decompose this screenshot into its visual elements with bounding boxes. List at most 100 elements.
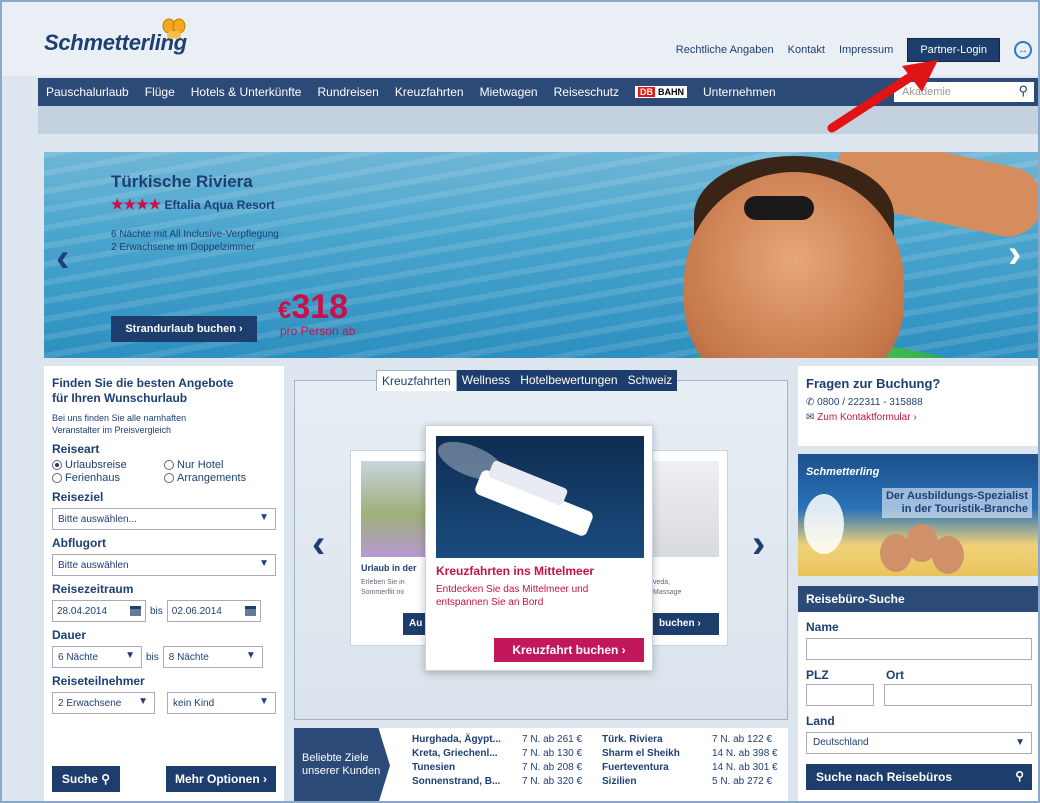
destination-link[interactable]: Kreta, Griechenl... [412,748,522,759]
contact-link[interactable]: Kontakt [788,44,825,56]
ort-input[interactable] [884,684,1032,706]
dauer-to-select[interactable]: 8 Nächte ▼ [162,646,263,668]
db-bahn-logo[interactable]: DB BAHN [634,86,687,98]
reiseart-radios: Urlaubsreise Nur Hotel Ferienhaus Arrang… [52,459,276,484]
abflugort-select[interactable]: Bitte auswählen ▼ [52,554,276,576]
kids-value: kein Kind [173,697,215,709]
dauer-to-value: 8 Nächte [168,651,209,663]
hero-banner[interactable]: Türkische Riviera ★★★★ Eftalia Aqua Reso… [44,152,1040,358]
hero-next-arrow[interactable]: › [1008,232,1021,277]
plz-input[interactable] [806,684,874,706]
destination-price: 7 N. ab 122 € [712,734,773,745]
tab-kreuzfahrten[interactable]: Kreuzfahrten [376,370,457,391]
db-label: DB [637,87,655,97]
kids-select[interactable]: kein Kind ▼ [167,692,276,714]
reiseart-label: Reiseart [52,442,100,456]
date-to-value: 02.06.2014 [171,605,222,617]
star-rating-icon: ★★★★ [111,196,162,212]
sunglasses-image [744,196,814,220]
radio-arrangements[interactable]: Arrangements [164,472,276,484]
radio-label: Nur Hotel [177,459,224,471]
destination-link[interactable]: Sonnenstrand, B... [412,776,522,787]
help-title: Fragen zur Buchung? [806,376,941,391]
destination-price: 7 N. ab 261 € [522,734,583,745]
calendar-icon[interactable] [130,606,141,616]
land-select[interactable]: Deutschland ▼ [806,732,1032,754]
destination-price: 14 N. ab 398 € [712,748,778,759]
hero-price: €318 [278,288,348,327]
card-right-button[interactable]: buchen › [653,613,719,635]
help-phone-number: 0800 / 222311 - 315888 [817,397,923,408]
destination-price: 5 N. ab 272 € [712,776,773,787]
destination-link[interactable]: Hurghada, Ägypt... [412,734,522,745]
nav-item-rundreisen[interactable]: Rundreisen [309,85,386,99]
date-to-input[interactable]: 02.06.2014 [166,600,261,622]
cruise-ship-image [436,436,644,558]
destination-link[interactable]: Sizilien [602,776,712,787]
carousel-next-arrow[interactable]: › [752,522,765,567]
adults-select[interactable]: 2 Erwachsene ▼ [52,692,156,714]
carousel-card-featured[interactable]: Kreuzfahrten ins Mittelmeer Entdecken Si… [425,425,653,671]
radio-urlaubsreise[interactable]: Urlaubsreise [52,459,164,471]
nav-item-fluege[interactable]: Flüge [137,85,183,99]
nav-item-unternehmen[interactable]: Unternehmen [695,85,784,99]
teilnehmer-row: 2 Erwachsene ▼ kein Kind ▼ [52,692,276,714]
per-person-label: pro Person ab [280,324,356,338]
imprint-link[interactable]: Impressum [839,44,893,56]
tab-wellness[interactable]: Wellness [456,370,516,391]
name-input[interactable] [806,638,1032,660]
legal-link[interactable]: Rechtliche Angaben [676,44,774,56]
reiseziel-value: Bitte auswählen... [58,513,137,525]
nav-item-hotels[interactable]: Hotels & Unterkünfte [183,85,310,99]
tab-hotelbewertungen[interactable]: Hotelbewertungen [515,370,623,391]
travel-agency-search: Reisebüro-Suche Name PLZ Ort Land Deutsc… [798,586,1040,803]
date-from-input[interactable]: 28.04.2014 [52,600,146,622]
hero-prev-arrow[interactable]: ‹ [56,236,69,281]
contact-form-link[interactable]: ✉ Zum Kontaktformular › [806,412,1032,423]
radio-icon [164,460,174,470]
nav-item-pauschalurlaub[interactable]: Pauschalurlaub [38,85,137,99]
agency-search-button[interactable]: Suche nach Reisebüros ⚲ [806,764,1032,790]
booking-help-box: Fragen zur Buchung? ✆ 0800 / 222311 - 31… [798,366,1040,446]
chevron-down-icon: ▼ [245,650,256,661]
hero-hotel-name: Eftalia Aqua Resort [164,198,275,212]
tab-schweiz[interactable]: Schweiz [622,370,678,391]
training-promo-banner[interactable]: Schmetterling Der Ausbildungs-Spezialist… [798,454,1040,576]
reiseziel-label: Reiseziel [52,490,104,504]
carousel-card-left[interactable]: Urlaub in der Erleben Sie in Sommerflit … [350,450,431,646]
reiseziel-select[interactable]: Bitte auswählen... ▼ [52,508,276,530]
chevron-down-icon: ▼ [259,558,269,569]
abflugort-value: Bitte auswählen [58,559,129,571]
more-options-button[interactable]: Mehr Optionen › [166,766,276,792]
destination-link[interactable]: Fuerteventura [602,762,712,773]
radio-ferienhaus[interactable]: Ferienhaus [52,472,164,484]
search-icon[interactable]: ⚲ [1018,83,1028,99]
destination-link[interactable]: Sharm el Sheikh [602,748,712,759]
card-featured-desc: Entdecken Sie das Mittelmeer und entspan… [436,584,589,608]
search-button-label: Suche [61,772,98,786]
chevron-down-icon: ▼ [138,696,149,707]
cruise-book-button[interactable]: Kreuzfahrt buchen › [494,638,644,662]
nav-item-reiseschutz[interactable]: Reiseschutz [546,85,627,99]
calendar-icon[interactable] [244,606,256,616]
destination-link[interactable]: Tunesien [412,762,522,773]
logo[interactable]: Schmetterling [44,18,187,56]
search-button[interactable]: Suche ⚲ [52,766,120,792]
destination-price: 7 N. ab 320 € [522,776,583,787]
destination-link[interactable]: Türk. Riviera [602,734,712,745]
dauer-from-value: 6 Nächte [58,651,99,663]
destination-price: 7 N. ab 130 € [522,748,583,759]
carousel-prev-arrow[interactable]: ‹ [312,522,325,567]
radio-label: Arrangements [177,472,247,484]
nav-item-kreuzfahrten[interactable]: Kreuzfahrten [387,85,472,99]
dauer-from-select[interactable]: 6 Nächte ▼ [52,646,142,668]
card-image [653,461,719,557]
carousel-card-right[interactable]: veda, Massage buchen › [652,450,728,646]
radio-nur-hotel[interactable]: Nur Hotel [164,459,276,471]
nav-item-mietwagen[interactable]: Mietwagen [472,85,546,99]
bis-label: bis [146,651,159,663]
beach-holiday-button[interactable]: Strandurlaub buchen › [111,316,257,342]
promo-text: Der Ausbildungs-Spezialist in der Touris… [881,488,1032,518]
language-icon[interactable]: ↔ [1014,41,1032,59]
name-label: Name [806,620,839,634]
